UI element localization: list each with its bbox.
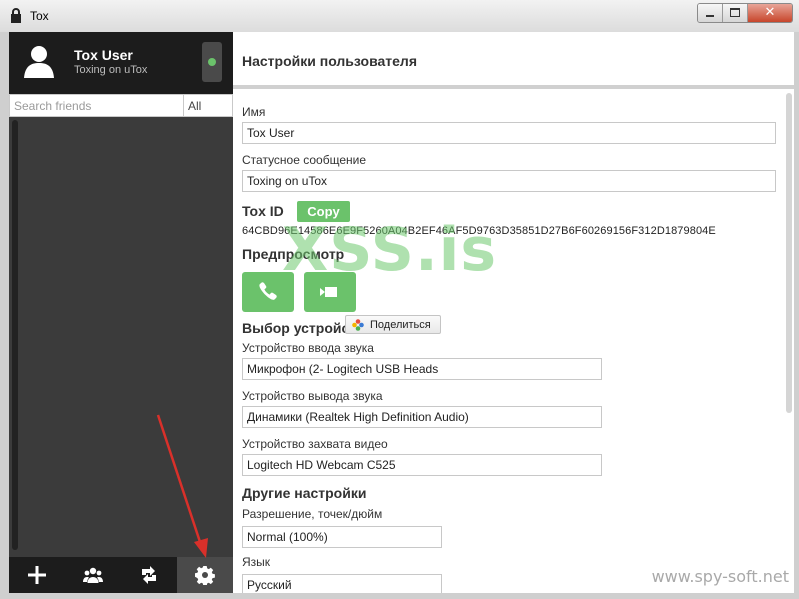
share-button-label: Поделиться [370,319,431,331]
self-name[interactable]: Tox User [74,47,133,63]
settings-button[interactable] [177,557,233,593]
sidebar-bottom-bar [9,557,233,593]
share-icon [352,319,364,331]
audio-input-label: Устройство ввода звука [242,341,374,355]
name-input[interactable]: Tox User [242,122,776,144]
tox-id-value[interactable]: 64CBD96E14586E6E9F5260A04B2EF46AF5D9763D… [242,225,716,237]
audio-output-select[interactable]: Динамики (Realtek High Definition Audio) [242,406,602,428]
add-friend-button[interactable] [9,557,65,593]
file-transfers-button[interactable] [121,557,177,593]
window-controls: ✕ [697,3,793,23]
video-camera-icon [320,287,337,297]
create-group-icon [83,567,103,583]
dpi-select[interactable]: Normal (100%) [242,526,442,548]
settings-panel: Настройки пользователя Имя Tox User Стат… [233,32,794,593]
window-title: Tox [30,9,49,23]
video-input-label: Устройство захвата видео [242,437,388,451]
friend-filter-button[interactable]: All [183,95,232,116]
create-group-button[interactable] [65,557,121,593]
friend-list[interactable] [9,117,233,557]
settings-scrollbar[interactable] [786,93,792,413]
tox-id-label: Tox ID [242,203,284,219]
copy-tox-id-button[interactable]: Copy [297,201,350,222]
status-message-input[interactable]: Toxing on uTox [242,170,776,192]
audio-output-label: Устройство вывода звука [242,389,383,403]
dpi-label: Разрешение, точек/дюйм [242,507,383,521]
friend-list-scrollbar[interactable] [12,120,18,550]
name-label: Имя [242,105,266,119]
language-label: Язык [242,555,271,569]
search-bar: Search friends All [9,94,233,117]
video-input-select[interactable]: Logitech HD Webcam C525 [242,454,602,476]
online-status-icon [208,58,216,66]
other-settings-label: Другие настройки [242,485,367,501]
user-avatar-icon [24,46,54,78]
add-friend-icon [28,566,46,584]
language-select[interactable]: Русский [242,574,442,593]
phone-icon [259,282,277,300]
settings-header: Настройки пользователя [233,32,794,89]
self-profile[interactable]: Tox User Toxing on uTox [9,32,233,94]
video-preview-button[interactable] [304,272,356,312]
minimize-button[interactable] [698,4,723,22]
settings-gear-icon [195,566,215,585]
page-title: Настройки пользователя [242,53,417,69]
close-icon: ✕ [764,5,776,20]
search-friends-input[interactable]: Search friends [14,99,91,113]
tox-lock-icon [11,8,21,23]
sidebar: Tox User Toxing on uTox Search friends A… [9,32,233,593]
close-button[interactable]: ✕ [748,4,792,22]
status-message-label: Статусное сообщение [242,153,367,167]
status-button[interactable] [202,42,222,82]
window-title-bar: Tox ✕ [0,0,799,33]
settings-content[interactable]: Имя Tox User Статусное сообщение Toxing … [233,89,794,593]
audio-input-select[interactable]: Микрофон (2- Logitech USB Heads [242,358,602,380]
maximize-button[interactable] [723,4,748,22]
preview-label: Предпросмотр [242,246,345,262]
share-button[interactable]: Поделиться [345,315,441,334]
self-status-message[interactable]: Toxing on uTox [74,64,147,76]
audio-preview-button[interactable] [242,272,294,312]
file-transfer-icon [142,566,156,584]
